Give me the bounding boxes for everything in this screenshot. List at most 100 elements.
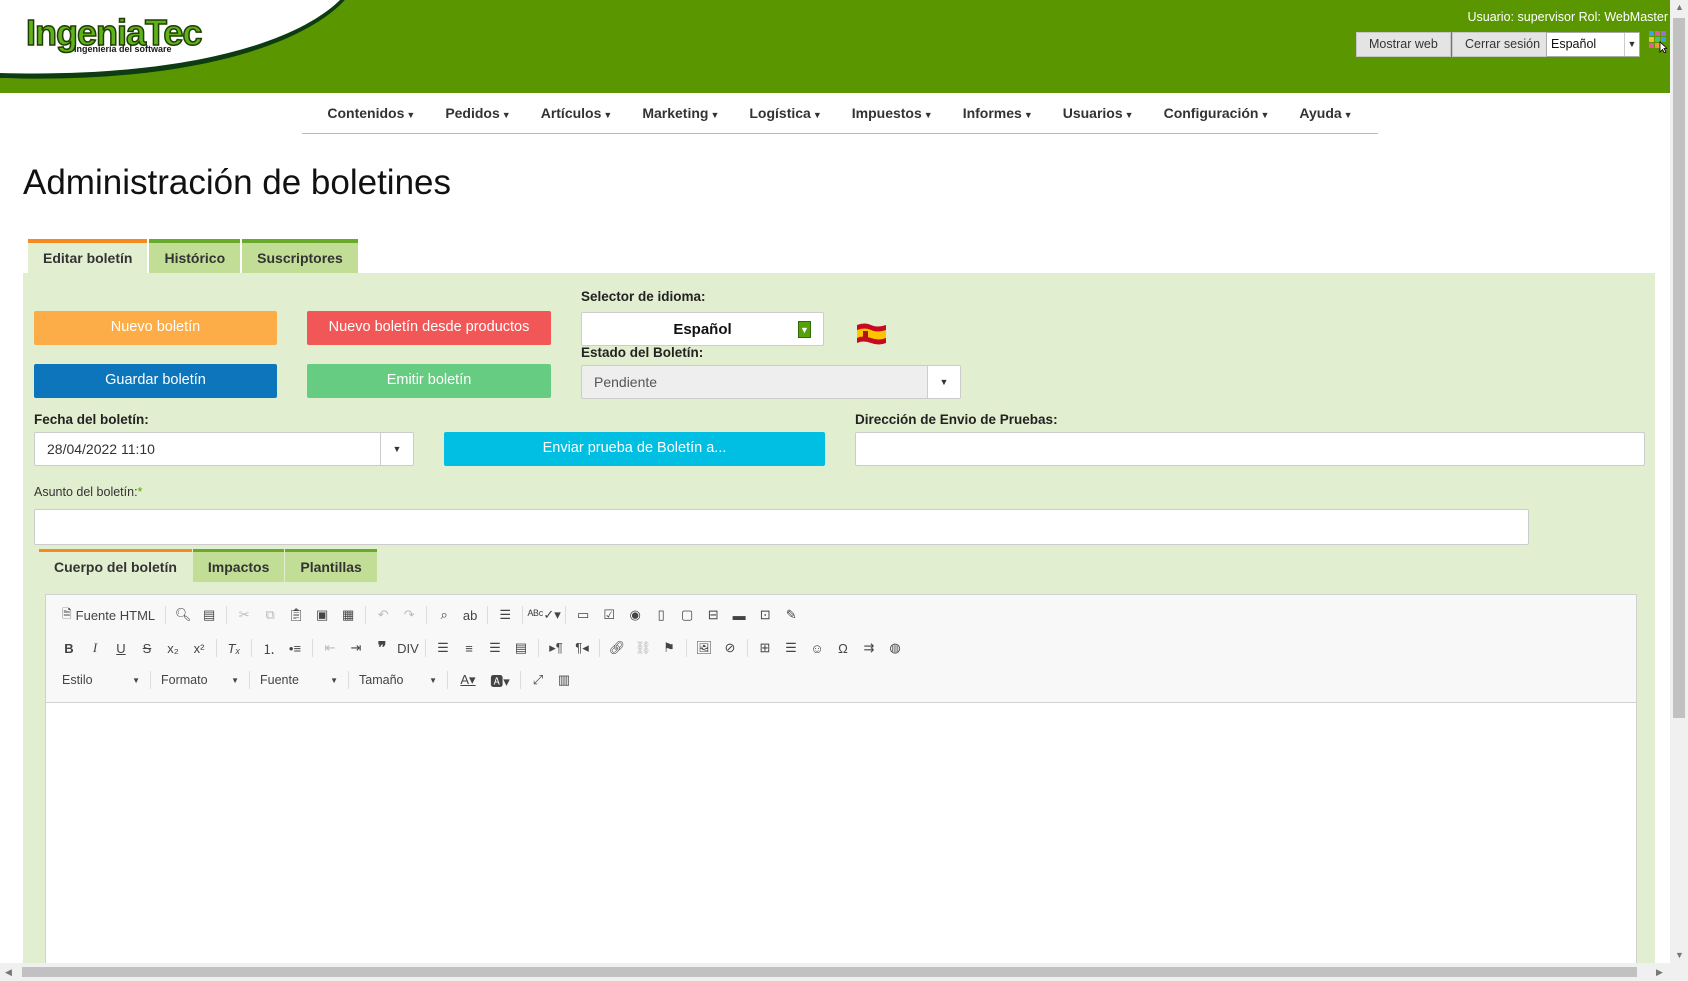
page-break-icon[interactable]: ⇉ <box>856 635 882 661</box>
nav-item-logistica[interactable]: Logística ▼ <box>734 105 836 121</box>
show-web-button[interactable]: Mostrar web <box>1356 32 1451 57</box>
emit-newsletter-button[interactable]: Emitir boletín <box>307 364 551 398</box>
save-newsletter-button[interactable]: Guardar boletín <box>34 364 277 398</box>
bg-color-icon[interactable]: 🅰︎▾ <box>484 667 516 693</box>
tab-cuerpo-boletin[interactable]: Cuerpo del boletín <box>39 549 192 582</box>
remove-format-icon[interactable]: Tₓ <box>221 635 247 661</box>
show-blocks-icon[interactable]: ▥ <box>551 667 577 693</box>
nav-item-contenidos[interactable]: Contenidos ▼ <box>312 105 430 121</box>
tab-historico[interactable]: Histórico <box>149 239 241 274</box>
paste-word-icon[interactable]: ▦ <box>335 602 361 628</box>
underline-icon[interactable]: U <box>108 635 134 661</box>
rtl-icon[interactable]: ¶◂ <box>569 635 595 661</box>
replace-icon[interactable]: ab <box>457 602 483 628</box>
template-icon[interactable]: ▤ <box>196 602 222 628</box>
smiley-icon[interactable]: ☺ <box>804 635 830 661</box>
new-newsletter-button[interactable]: Nuevo boletín <box>34 311 277 345</box>
horizontal-rule-icon[interactable]: ☰ <box>778 635 804 661</box>
nav-item-marketing[interactable]: Marketing ▼ <box>627 105 734 121</box>
button-icon[interactable]: ▬ <box>726 602 752 628</box>
align-right-icon[interactable]: ☰ <box>482 635 508 661</box>
tab-plantillas[interactable]: Plantillas <box>285 549 377 582</box>
outdent-icon[interactable]: ⇤ <box>317 635 343 661</box>
select-all-icon[interactable]: ☰ <box>492 602 518 628</box>
hidden-field-icon[interactable]: ✎ <box>778 602 804 628</box>
spellcheck-icon[interactable]: ᴬᴮᶜ✓▾ <box>527 602 561 628</box>
nav-item-impuestos[interactable]: Impuestos ▼ <box>837 105 948 121</box>
find-icon[interactable]: ⌕ <box>431 602 457 628</box>
checkbox-icon[interactable]: ☑ <box>596 602 622 628</box>
radio-icon[interactable]: ◉ <box>622 602 648 628</box>
test-address-input[interactable] <box>855 432 1645 466</box>
redo-icon[interactable]: ↷ <box>396 602 422 628</box>
image-button-icon[interactable]: ⊡ <box>752 602 778 628</box>
undo-icon[interactable]: ↶ <box>370 602 396 628</box>
nav-item-articulos[interactable]: Artículos ▼ <box>526 105 628 121</box>
horizontal-scroll-thumb[interactable] <box>22 967 1637 977</box>
nav-item-informes[interactable]: Informes ▼ <box>948 105 1048 121</box>
text-field-icon[interactable]: ▯ <box>648 602 674 628</box>
horizontal-scrollbar[interactable]: ◀ ▶ <box>0 963 1688 981</box>
text-color-icon[interactable]: A▾ <box>452 667 484 693</box>
nav-item-ayuda[interactable]: Ayuda ▼ <box>1284 105 1367 121</box>
paste-text-icon[interactable]: ▣ <box>309 602 335 628</box>
unlink-icon[interactable]: ⛓ <box>630 635 656 661</box>
logo[interactable]: IngeniaTec Ingeniería del software <box>0 0 360 93</box>
textarea-icon[interactable]: ▢ <box>674 602 700 628</box>
form-icon[interactable]: ▭ <box>570 602 596 628</box>
caret-down-icon: ▼ <box>710 110 720 120</box>
apps-grid-icon[interactable] <box>1649 31 1667 53</box>
date-picker[interactable]: 28/04/2022 11:10 ▼ <box>34 432 414 466</box>
div-icon[interactable]: DIV <box>395 635 421 661</box>
numbered-list-icon[interactable]: ⒈ <box>256 635 282 661</box>
indent-icon[interactable]: ⇥ <box>343 635 369 661</box>
caret-down-icon: ▼ <box>603 110 613 120</box>
iframe-globe-icon[interactable]: ◍ <box>882 635 908 661</box>
header-language-select[interactable]: Español ▼ <box>1546 32 1640 57</box>
select-field-icon[interactable]: ⊟ <box>700 602 726 628</box>
nav-item-configuracion[interactable]: Configuración ▼ <box>1149 105 1285 121</box>
bold-icon[interactable]: B <box>56 635 82 661</box>
tab-suscriptores[interactable]: Suscriptores <box>242 239 358 274</box>
caret-down-icon[interactable]: ▼ <box>380 433 413 465</box>
status-select[interactable]: Pendiente ▼ <box>581 365 961 399</box>
cut-icon[interactable]: ✂ <box>231 602 257 628</box>
link-icon[interactable]: 🔗︎ <box>604 635 630 661</box>
maximize-icon[interactable]: ⤢ <box>525 667 551 693</box>
new-from-products-button[interactable]: Nuevo boletín desde productos <box>307 311 551 345</box>
subscript-icon[interactable]: x₂ <box>160 635 186 661</box>
copy-icon[interactable]: ⧉ <box>257 602 283 628</box>
format-combo[interactable]: Formato ▼ <box>155 667 245 693</box>
tab-impactos[interactable]: Impactos <box>192 549 285 582</box>
bulleted-list-icon[interactable]: •≡ <box>282 635 308 661</box>
blockquote-icon[interactable]: ❞ <box>369 635 395 661</box>
subject-input[interactable] <box>34 509 1529 545</box>
size-combo[interactable]: Tamaño ▼ <box>353 667 443 693</box>
align-center-icon[interactable]: ≡ <box>456 635 482 661</box>
font-combo[interactable]: Fuente ▼ <box>254 667 344 693</box>
special-char-icon[interactable]: Ω <box>830 635 856 661</box>
vertical-scrollbar[interactable]: ▲ ▼ <box>1670 0 1688 965</box>
ltr-icon[interactable]: ▸¶ <box>543 635 569 661</box>
nav-item-pedidos[interactable]: Pedidos ▼ <box>430 105 525 121</box>
table-icon[interactable]: ⊞ <box>752 635 778 661</box>
language-selector[interactable]: Español ▼ <box>581 312 824 346</box>
nav-item-usuarios[interactable]: Usuarios ▼ <box>1048 105 1149 121</box>
editor-content-area[interactable] <box>46 703 1636 980</box>
vertical-scroll-thumb[interactable] <box>1673 18 1685 718</box>
style-combo[interactable]: Estilo ▼ <box>56 667 146 693</box>
anchor-flag-icon[interactable]: ⚑ <box>656 635 682 661</box>
source-html-button[interactable]: 🗎 Fuente HTML <box>56 602 161 628</box>
tab-editar-boletin[interactable]: Editar boletín <box>28 239 148 274</box>
superscript-icon[interactable]: x² <box>186 635 212 661</box>
italic-icon[interactable]: I <box>82 635 108 661</box>
align-left-icon[interactable]: ☰ <box>430 635 456 661</box>
send-test-button[interactable]: Enviar prueba de Boletín a... <box>444 432 825 466</box>
logout-button[interactable]: Cerrar sesión <box>1452 32 1554 57</box>
justify-icon[interactable]: ▤ <box>508 635 534 661</box>
image-icon[interactable]: 🖼︎ <box>691 635 717 661</box>
strikethrough-icon[interactable]: S <box>134 635 160 661</box>
flash-icon[interactable]: ⊘ <box>717 635 743 661</box>
paste-icon[interactable]: 📋︎ <box>283 602 309 628</box>
preview-icon[interactable]: 🔍︎ <box>170 602 196 628</box>
